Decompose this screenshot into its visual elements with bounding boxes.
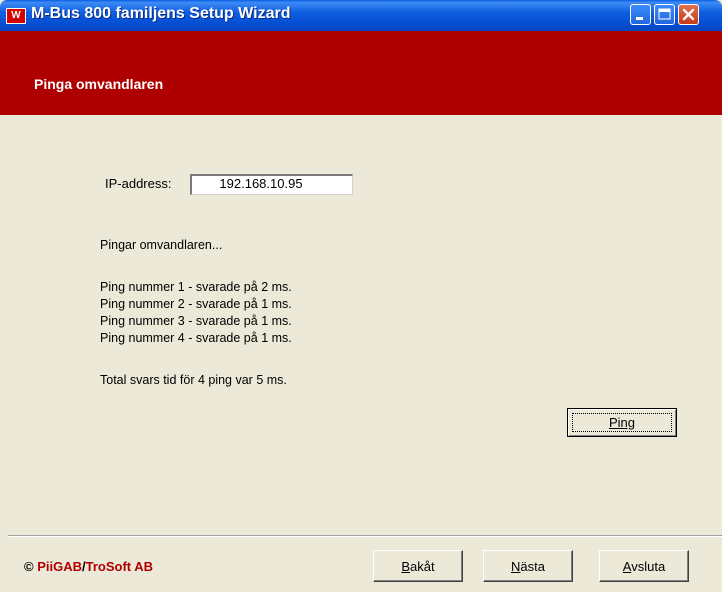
brand-piigab: PiiGAB [37,559,83,574]
maximize-icon [658,8,671,20]
minimize-button[interactable] [630,4,651,25]
close-icon [682,8,695,21]
title-bar[interactable]: W M-Bus 800 familjens Setup Wizard [0,0,722,31]
ping-result-line: Ping nummer 1 - svarade på 2 ms. [100,280,292,294]
page-title: Pinga omvandlaren [34,76,164,92]
wizard-window: W M-Bus 800 familjens Setup Wizard Pinga… [0,0,722,592]
next-button[interactable]: Nästa [483,550,573,582]
copyright-symbol: © [24,559,34,574]
ping-button-label: Ping [608,415,636,430]
ping-result-line: Ping nummer 2 - svarade på 1 ms. [100,297,292,311]
back-button-label: Bakåt [401,559,435,574]
minimize-icon [636,17,643,20]
ping-button[interactable]: Ping [567,408,677,437]
back-button[interactable]: Bakåt [373,550,463,582]
exit-button-label: Avsluta [622,559,666,574]
total-response-time-text: Total svars tid för 4 ping var 5 ms. [100,373,287,387]
footer-copyright: © PiiGAB/TroSoft AB [24,559,153,574]
app-icon[interactable]: W [6,8,26,24]
window-title: M-Bus 800 familjens Setup Wizard [31,5,291,22]
pinging-status-text: Pingar omvandlaren... [100,238,223,252]
ip-address-value[interactable]: 192.168.10.95 [196,176,326,191]
ping-result-line: Ping nummer 4 - svarade på 1 ms. [100,331,292,345]
maximize-button[interactable] [654,4,675,25]
header-band: Pinga omvandlaren [0,31,722,115]
next-button-label: Nästa [511,559,545,574]
exit-button[interactable]: Avsluta [599,550,689,582]
close-button[interactable] [678,4,699,25]
ping-result-line: Ping nummer 3 - svarade på 1 ms. [100,314,292,328]
footer-divider-highlight [8,536,722,537]
brand-trosoft: TroSoft AB [85,559,154,574]
ip-address-label: IP-address: [105,176,172,191]
